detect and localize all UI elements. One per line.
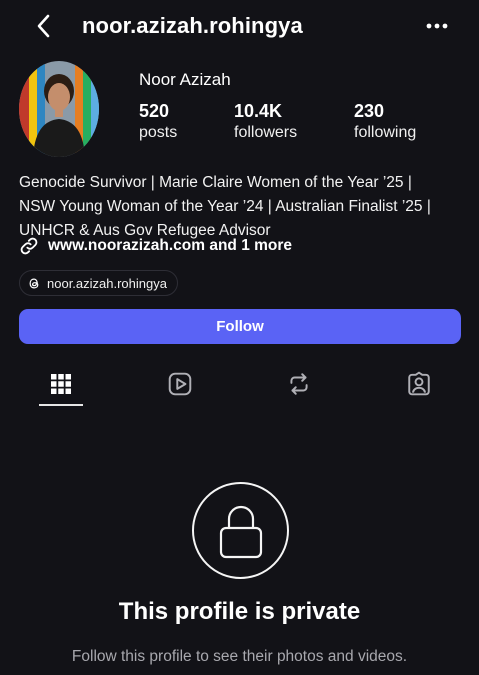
followers-count: 10.4K xyxy=(234,101,283,121)
link-text: www.noorazizah.com and 1 more xyxy=(48,237,293,254)
profile-tabs xyxy=(0,362,479,408)
grid-icon xyxy=(51,374,71,394)
posts-stat[interactable]: 520 posts xyxy=(139,101,177,142)
profile-bio: Genocide Survivor | Marie Claire Women o… xyxy=(19,171,464,243)
threads-icon xyxy=(29,278,39,288)
threads-handle: noor.azizah.rohingya xyxy=(47,275,167,291)
followers-stat[interactable]: 10.4K followers xyxy=(234,101,297,142)
bio-line: NSW Young Woman of the Year ’24 | Austra… xyxy=(19,198,431,215)
tab-reposts[interactable] xyxy=(285,370,313,398)
active-tab-indicator xyxy=(39,404,83,406)
reels-icon xyxy=(168,372,192,396)
bio-line: Genocide Survivor | Marie Claire Women o… xyxy=(19,174,412,191)
profile-username-title: noor.azizah.rohingya xyxy=(82,13,303,38)
tagged-icon xyxy=(408,371,430,396)
back-button[interactable] xyxy=(30,12,58,40)
followers-label: followers xyxy=(234,124,298,141)
more-options-button[interactable] xyxy=(422,12,452,40)
private-lock-circle xyxy=(192,482,289,579)
private-profile-subtitle: Follow this profile to see their photos … xyxy=(71,648,408,665)
link-icon xyxy=(20,237,38,255)
top-bar: noor.azizah.rohingya xyxy=(0,0,479,52)
posts-count: 520 xyxy=(139,101,170,121)
posts-label: posts xyxy=(139,124,178,141)
tab-tagged[interactable] xyxy=(405,370,433,398)
display-name: Noor Azizah xyxy=(139,70,231,89)
threads-badge[interactable]: noor.azizah.rohingya xyxy=(19,270,178,296)
private-profile-title: This profile is private xyxy=(118,598,361,625)
follow-button[interactable]: Follow xyxy=(19,309,461,344)
repost-icon xyxy=(290,373,308,395)
lock-icon xyxy=(219,505,262,558)
following-stat[interactable]: 230 following xyxy=(354,101,416,142)
profile-avatar[interactable] xyxy=(19,61,99,157)
tab-posts-grid[interactable] xyxy=(47,370,75,398)
tab-reels[interactable] xyxy=(166,370,194,398)
more-horizontal-icon xyxy=(426,23,448,29)
external-links[interactable]: www.noorazizah.com and 1 more xyxy=(19,235,292,257)
following-label: following xyxy=(354,124,417,141)
following-count: 230 xyxy=(354,101,385,121)
chevron-left-icon xyxy=(37,14,50,38)
